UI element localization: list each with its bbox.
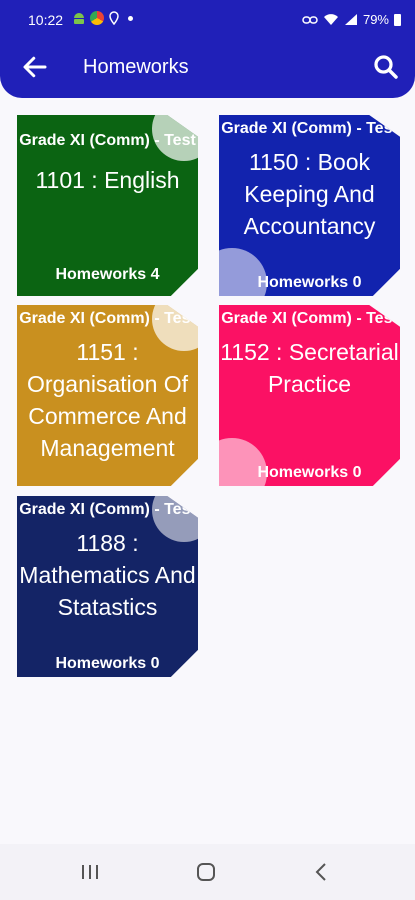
subject-card-book-keeping[interactable]: Grade XI (Comm) - Test 1150 : Book Keepi… (219, 115, 400, 296)
signal-icon (344, 14, 357, 25)
subject-card-secretarial[interactable]: Grade XI (Comm) - Test 1152 : Secretaria… (219, 305, 400, 486)
subject-card-organisation[interactable]: Grade XI (Comm) - Test 1151 : Organisati… (17, 305, 198, 486)
card-grade: Grade XI (Comm) - Test (221, 310, 398, 327)
android-icon (74, 13, 84, 24)
card-grade: Grade XI (Comm) - Test (221, 120, 398, 137)
recents-icon[interactable] (78, 860, 102, 884)
card-grade: Grade XI (Comm) - Test (19, 310, 196, 327)
battery-percent: 79% (362, 12, 389, 27)
wifi-icon (323, 14, 338, 25)
card-subject: 1101 : English (35, 167, 180, 193)
search-icon[interactable] (371, 52, 401, 82)
page-title: Homeworks (83, 56, 189, 78)
card-grade: Grade XI (Comm) - Test (19, 501, 196, 518)
card-grade: Grade XI (Comm) - Test (19, 132, 196, 149)
card-homework-count: Homeworks 0 (257, 274, 362, 291)
card-homework-count: Homeworks 0 (257, 464, 362, 481)
card-subject: 1150 : Book Keeping And Accountancy (243, 149, 376, 239)
arrow-left-icon[interactable] (20, 52, 50, 82)
notification-dot-icon (128, 15, 133, 21)
card-homework-count: Homeworks 4 (55, 266, 160, 283)
card-subject: 1151 : Organisation Of Commerce And Mana… (26, 339, 189, 461)
location-icon (109, 11, 119, 25)
subject-card-mathematics[interactable]: Grade XI (Comm) - Test 1188 : Mathematic… (17, 496, 198, 677)
chevron-left-icon[interactable] (310, 860, 334, 884)
app-bar: Homeworks (0, 38, 415, 98)
card-homework-count: Homeworks 0 (55, 655, 160, 672)
subject-card-english[interactable]: Grade XI (Comm) - Test 1101 : English Ho… (17, 115, 198, 296)
link-icon (302, 15, 318, 24)
system-nav-bar (0, 844, 415, 900)
card-subject: 1188 : Mathematics And Statastics (19, 530, 196, 620)
status-time: 10:22 (28, 12, 64, 28)
battery-icon (394, 13, 401, 26)
card-subject: 1152 : Secretarial Practice (220, 339, 399, 397)
status-bar: 10:22 79% (0, 0, 415, 38)
chrome-icon (90, 11, 104, 25)
home-icon[interactable] (194, 860, 218, 884)
